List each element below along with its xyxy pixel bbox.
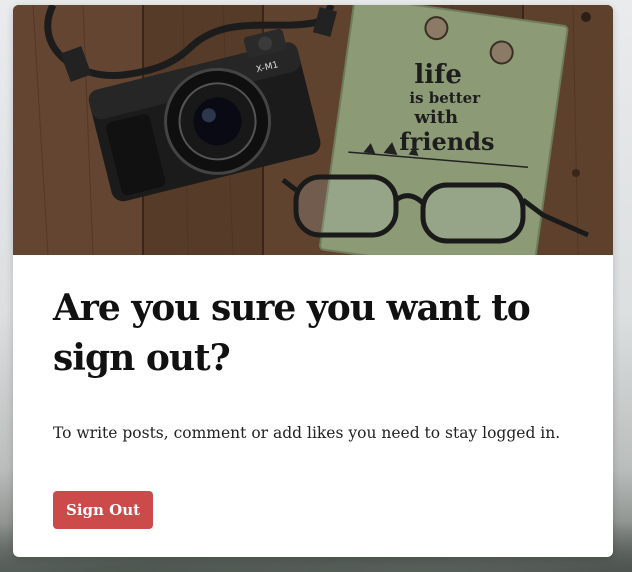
hero-photo-illustration: X-M1 life is better with friends (13, 5, 613, 255)
dialog-title: Are you sure you want to sign out? (53, 287, 531, 379)
svg-text:with: with (413, 107, 458, 128)
sign-out-button[interactable]: Sign Out (53, 491, 154, 529)
dialog-message: To write posts, comment or add likes you… (53, 424, 561, 442)
dialog-content: Are you sure you want to sign out? To wr… (13, 255, 613, 529)
signout-dialog: X-M1 life is better with friends Are you… (13, 5, 613, 557)
svg-text:is better: is better (409, 89, 481, 107)
hero-image: X-M1 life is better with friends (13, 5, 613, 255)
svg-text:life: life (414, 60, 461, 90)
